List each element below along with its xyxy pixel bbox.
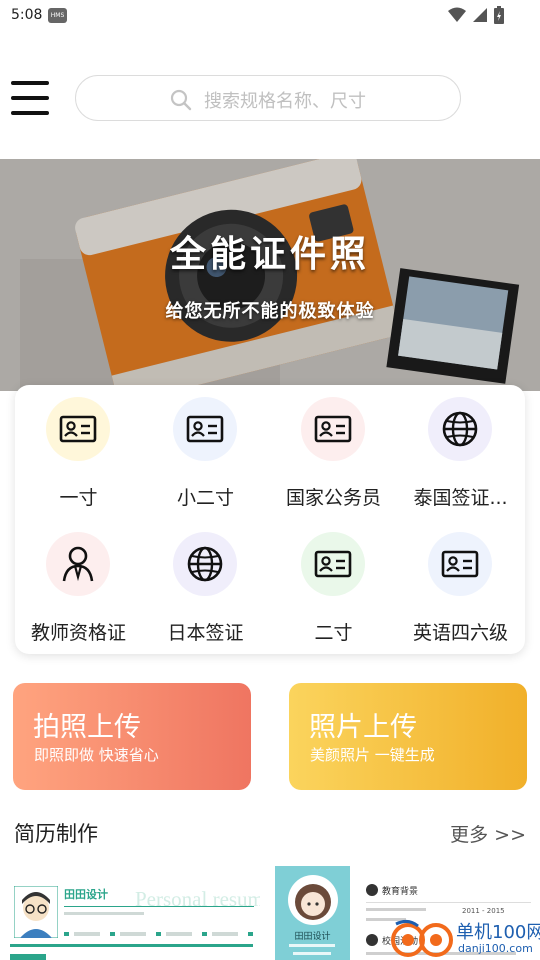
category-two-inch[interactable]: 二寸 — [270, 520, 397, 650]
banner-title: 全能证件照 — [169, 233, 370, 275]
resume-line — [366, 908, 426, 911]
image-upload-button[interactable]: 照片上传 美颜照片 一键生成 — [289, 683, 527, 790]
category-label: 国家公务员 — [285, 487, 381, 509]
more-link[interactable]: 更多 >> — [450, 820, 526, 847]
search-placeholder: 搜索规格名称、尺寸 — [204, 91, 366, 112]
photo-upload-button[interactable]: 拍照上传 即照即做 快速省心 — [13, 683, 251, 790]
category-icon-bg — [173, 397, 237, 461]
watermark-text: 单机100网 — [456, 922, 540, 943]
menu-button[interactable] — [11, 79, 49, 117]
banner-subtitle: 给您无所不能的极致体验 — [165, 301, 375, 322]
category-icon-bg — [46, 397, 110, 461]
category-label: 教师资格证 — [30, 622, 126, 644]
category-icon-bg — [46, 532, 110, 596]
category-civil-servant[interactable]: 国家公务员 — [270, 385, 397, 515]
signal-icon — [473, 8, 487, 22]
wifi-icon — [448, 7, 466, 22]
avatar — [14, 886, 58, 938]
category-label: 二寸 — [314, 622, 353, 644]
image-upload-subtitle: 美颜照片 一键生成 — [310, 746, 435, 764]
person-icon — [62, 546, 94, 582]
id-card-icon — [314, 550, 352, 578]
resume-line — [289, 944, 335, 947]
resume-line — [293, 952, 331, 955]
globe-icon — [442, 411, 478, 447]
resume-contact-row — [64, 932, 254, 936]
category-grid: 一寸 小二寸 国家公务员 泰国签证... 教师资格证 日本签证 二寸 英语四六级 — [15, 385, 525, 654]
category-icon-bg — [428, 397, 492, 461]
hms-badge: HMS — [48, 8, 67, 23]
photo-upload-subtitle: 即照即做 快速省心 — [34, 746, 159, 764]
resume-icon — [366, 934, 378, 946]
globe-icon — [187, 546, 223, 582]
resume-line — [366, 902, 531, 903]
category-one-inch[interactable]: 一寸 — [15, 385, 142, 515]
status-bar: 5:08 HMS — [0, 0, 540, 32]
status-time: 5:08 — [11, 7, 43, 23]
resume-section-title: 简历制作 — [14, 822, 98, 846]
category-label: 英语四六级 — [412, 622, 508, 644]
promo-banner[interactable]: 全能证件照 给您无所不能的极致体验 — [0, 159, 540, 391]
resume-template-1[interactable]: 田田设计 Personal resume — [10, 866, 260, 960]
category-icon-bg — [301, 532, 365, 596]
category-label: 日本签证 — [167, 622, 244, 644]
resume-icon — [366, 884, 378, 896]
search-icon — [170, 89, 192, 111]
resume-name: 田田设计 — [64, 888, 108, 901]
category-icon-bg — [301, 397, 365, 461]
avatar — [288, 875, 338, 925]
resume-section-tag — [10, 954, 46, 960]
category-icon-bg — [428, 532, 492, 596]
resume-divider — [64, 906, 254, 907]
image-upload-title: 照片上传 — [309, 712, 417, 743]
battery-icon — [494, 6, 504, 24]
photo-upload-title: 拍照上传 — [33, 712, 141, 743]
resume-section-education: 教育背景 — [382, 887, 419, 897]
id-card-icon — [441, 550, 479, 578]
status-icons — [448, 6, 504, 24]
category-label: 一寸 — [59, 487, 98, 509]
category-japan-visa[interactable]: 日本签证 — [142, 520, 269, 650]
resume-years: 2011 - 2015 — [462, 907, 505, 915]
resume-heading: Personal resume — [135, 887, 260, 911]
id-card-icon — [314, 415, 352, 443]
id-card-icon — [59, 415, 97, 443]
resume-line — [64, 912, 144, 915]
category-cet[interactable]: 英语四六级 — [397, 520, 524, 650]
category-label: 泰国签证... — [413, 487, 508, 509]
id-card-icon — [186, 415, 224, 443]
category-icon-bg — [173, 532, 237, 596]
search-input[interactable]: 搜索规格名称、尺寸 — [75, 75, 461, 121]
category-teacher-certificate[interactable]: 教师资格证 — [15, 520, 142, 650]
watermark-logo — [391, 919, 453, 957]
resume-name: 田田设计 — [294, 932, 331, 942]
category-thailand-visa[interactable]: 泰国签证... — [397, 385, 524, 515]
watermark-url: danji100.com — [458, 942, 533, 955]
category-small-two-inch[interactable]: 小二寸 — [142, 385, 269, 515]
category-label: 小二寸 — [176, 487, 234, 509]
watermark: 单机100网 danji100.com — [388, 916, 540, 960]
resume-template-2[interactable]: 田田设计 — [275, 866, 350, 960]
resume-accent-bar — [10, 944, 253, 947]
